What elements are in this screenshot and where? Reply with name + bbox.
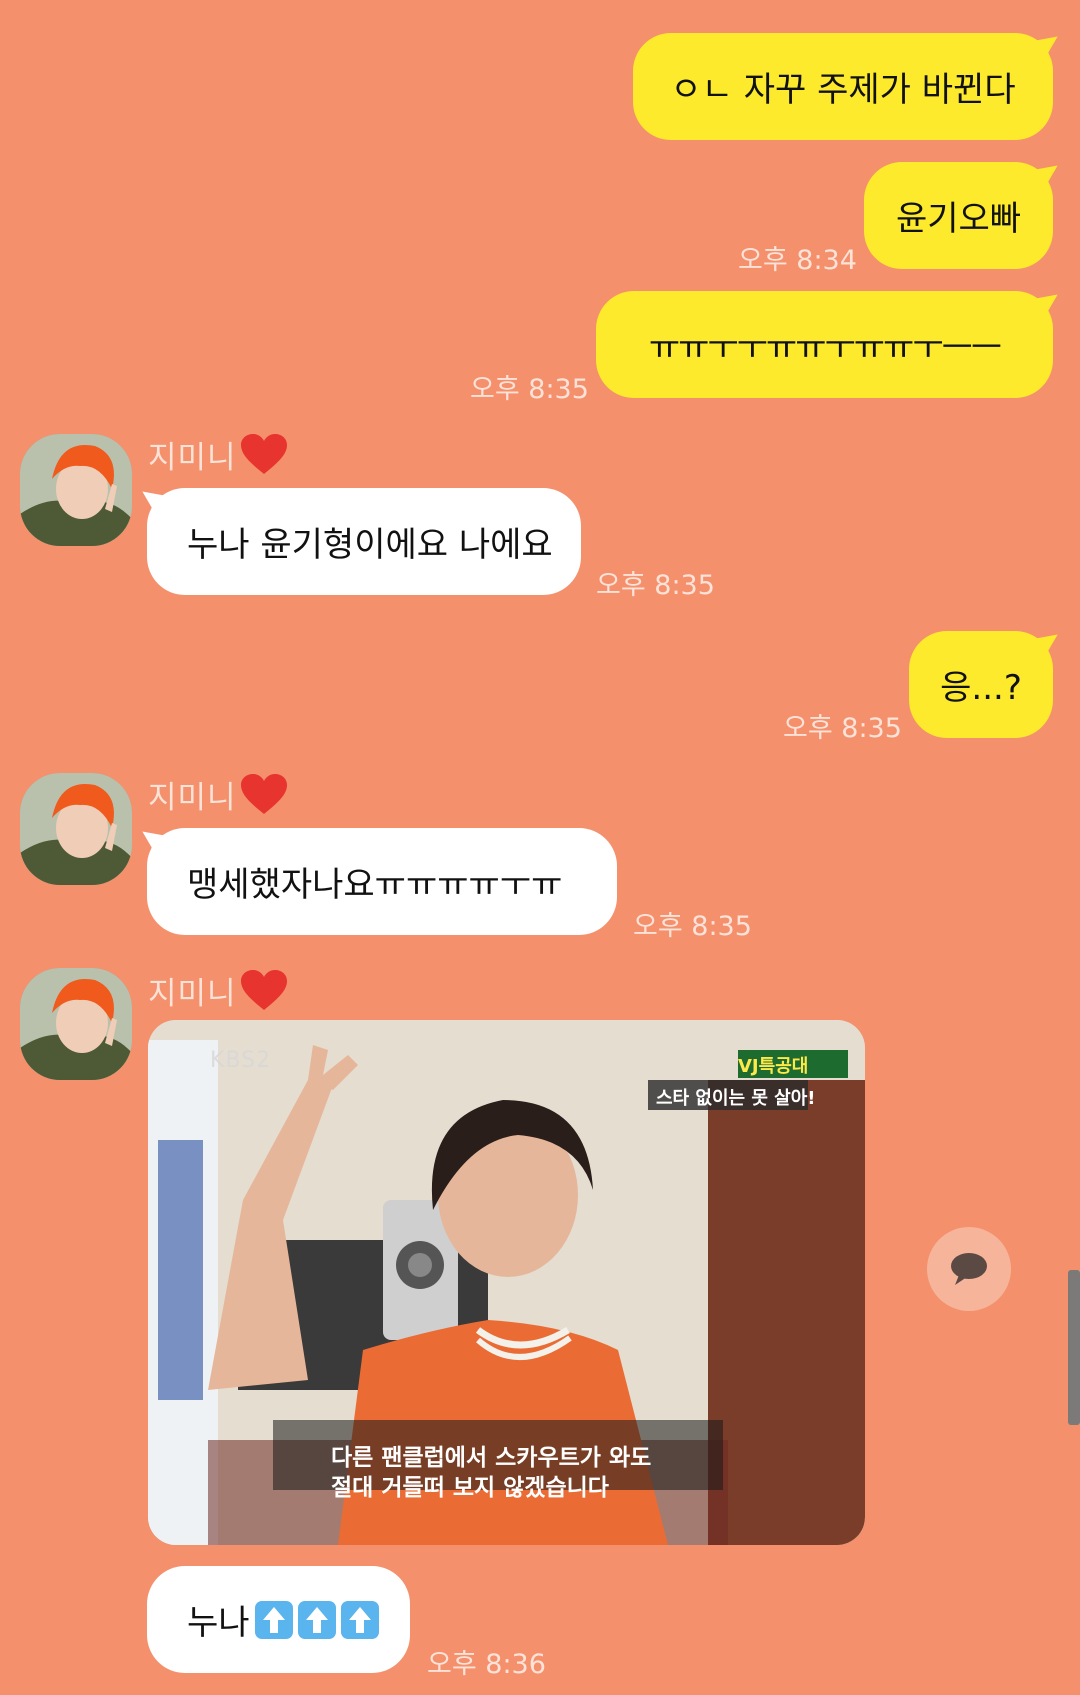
message-text: ㅇㄴ 자꾸 주제가 바뀐다 <box>670 70 1016 110</box>
up-arrow-emoji-icon <box>340 1600 379 1639</box>
contact-avatar[interactable] <box>20 773 132 885</box>
my-message-bubble[interactable]: 윤기오빠 <box>864 162 1053 269</box>
message-timestamp: 오후 8:35 <box>470 374 589 405</box>
message-timestamp: 오후 8:35 <box>783 713 902 744</box>
subtitle-line: 다른 팬클럽에서 스카우트가 와도 <box>331 1445 652 1471</box>
contact-avatar[interactable] <box>20 434 132 546</box>
message-text: 누나 <box>187 1603 250 1643</box>
up-arrow-emoji-icon <box>254 1600 293 1639</box>
scrollbar-thumb[interactable] <box>1068 1270 1080 1425</box>
avatar-photo <box>20 968 132 1080</box>
heart-icon <box>240 433 287 474</box>
my-message-bubble[interactable]: ㅇㄴ 자꾸 주제가 바뀐다 <box>633 33 1053 140</box>
up-arrow-emoji-icon <box>297 1600 336 1639</box>
sender-name: 지미니 <box>148 432 287 477</box>
message-timestamp: 오후 8:34 <box>738 245 857 276</box>
reply-button[interactable] <box>927 1227 1011 1311</box>
image-caption: 스타 없이는 못 살아! <box>656 1088 816 1109</box>
my-message-bubble[interactable]: 응...? <box>909 631 1053 738</box>
message-timestamp: 오후 8:35 <box>596 570 715 601</box>
program-badge: VJ특공대 <box>738 1056 809 1077</box>
sender-name: 지미니 <box>148 772 287 817</box>
channel-logo: KBS2 <box>210 1048 272 1073</box>
my-message-bubble[interactable]: ㅠㅠㅜㅜㅠㅠㅜㅠㅠㅜㅡㅡ <box>596 291 1053 398</box>
their-message-bubble[interactable]: 누나 <box>147 1566 410 1673</box>
message-text: 윤기오빠 <box>895 199 1022 239</box>
avatar-photo <box>20 434 132 546</box>
message-timestamp: 오후 8:36 <box>427 1649 546 1680</box>
message-text: 맹세했자나요ㅠㅠㅠㅠㅜㅠ <box>187 865 563 905</box>
their-message-bubble[interactable]: 누나 윤기형이에요 나에요 <box>147 488 581 595</box>
heart-icon <box>240 773 287 814</box>
message-timestamp: 오후 8:35 <box>633 911 752 942</box>
image-message[interactable]: KBS2 VJ특공대 스타 없이는 못 살아! 다른 팬클럽에서 스카우트가 와… <box>148 1020 865 1545</box>
speech-bubble-icon <box>951 1253 987 1285</box>
subtitle-line: 절대 거들떠 보지 않겠습니다 <box>331 1475 609 1501</box>
heart-icon <box>240 969 287 1010</box>
message-text: 누나 윤기형이에요 나에요 <box>187 525 553 565</box>
avatar-photo <box>20 773 132 885</box>
their-message-bubble[interactable]: 맹세했자나요ㅠㅠㅠㅠㅜㅠ <box>147 828 617 935</box>
sender-name: 지미니 <box>148 968 287 1013</box>
message-text: 응...? <box>940 668 1022 708</box>
contact-avatar[interactable] <box>20 968 132 1080</box>
message-text: ㅠㅠㅜㅜㅠㅠㅜㅠㅠㅜㅡㅡ <box>648 328 1002 368</box>
